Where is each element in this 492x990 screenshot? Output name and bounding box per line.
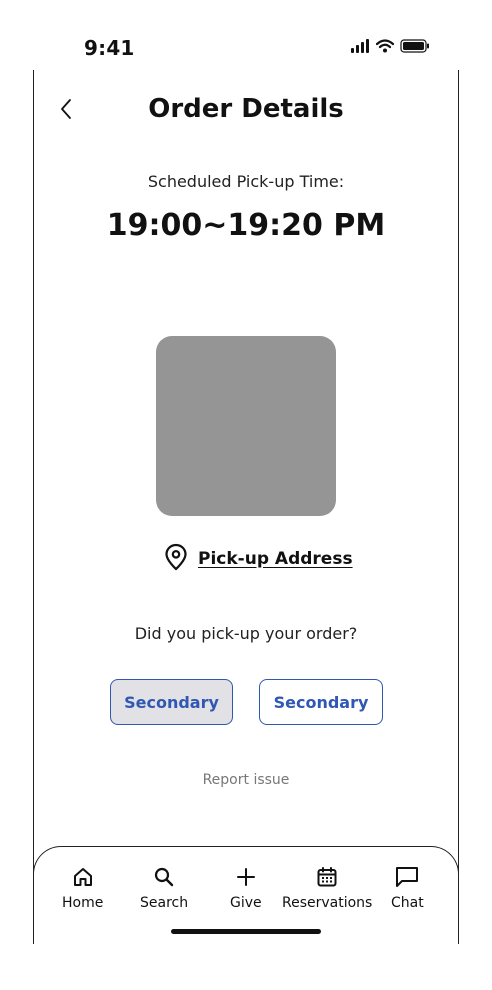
plus-icon — [235, 865, 257, 889]
status-bar: 9:41 — [0, 0, 492, 70]
tab-chat[interactable]: Chat — [391, 865, 424, 911]
location-pin-icon — [164, 543, 188, 575]
pickup-time-label: Scheduled Pick-up Time: — [147, 172, 345, 191]
home-icon — [72, 865, 94, 889]
tab-home-label: Home — [62, 895, 104, 911]
signal-icon — [350, 38, 370, 57]
status-icons — [350, 38, 430, 57]
calendar-icon — [316, 865, 338, 889]
tab-search-label: Search — [140, 895, 189, 911]
home-indicator — [171, 929, 321, 934]
tab-give[interactable]: Give — [230, 865, 262, 911]
status-time: 9:41 — [84, 36, 135, 60]
tab-chat-label: Chat — [391, 895, 424, 911]
wifi-icon — [375, 38, 395, 57]
pickup-question: Did you pick-up your order? — [134, 624, 358, 643]
secondary-button-2[interactable]: Secondary — [259, 679, 383, 725]
report-issue-link[interactable]: Report issue — [0, 772, 492, 788]
secondary-button-1[interactable]: Secondary — [110, 679, 233, 725]
tab-search[interactable]: Search — [140, 865, 188, 911]
battery-icon — [400, 38, 430, 57]
pickup-address-label: Pick-up Address — [198, 549, 353, 569]
chat-icon — [395, 865, 419, 889]
tab-reservations-label: Reservations — [282, 895, 373, 911]
tab-home[interactable]: Home — [62, 865, 103, 911]
search-icon — [153, 865, 175, 889]
pickup-time-value: 19:00~19:20 PM — [106, 208, 386, 243]
pickup-address-link[interactable]: Pick-up Address — [164, 543, 353, 575]
order-image-placeholder — [156, 336, 336, 516]
tab-reservations[interactable]: Reservations — [282, 865, 372, 911]
page-title: Order Details — [148, 94, 344, 124]
tab-give-label: Give — [230, 895, 262, 911]
